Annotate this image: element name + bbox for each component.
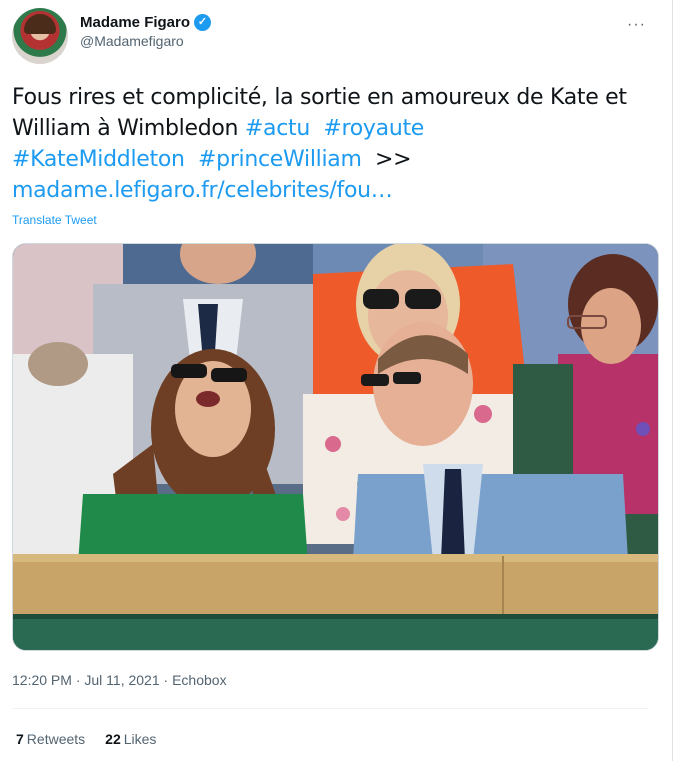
tweet-photo[interactable]	[12, 243, 659, 651]
likes-label: Likes	[123, 731, 157, 747]
divider	[12, 708, 648, 709]
retweets-count: 7	[16, 731, 24, 747]
tweet-header: Madame Figaro ✓ @Madamefigaro ···	[12, 8, 660, 64]
retweets-label: Retweets	[26, 731, 86, 747]
tweet-text: Fous rires et complicité, la sortie en a…	[12, 82, 652, 206]
tweet-meta: 12:20 PM · Jul 11, 2021 · Echobox	[12, 672, 227, 688]
meta-separator: ·	[163, 672, 169, 688]
hashtag-princewilliam[interactable]: #princeWilliam	[198, 147, 362, 172]
hashtag-royaute[interactable]: #royaute	[323, 116, 424, 141]
meta-separator: ·	[75, 672, 81, 688]
tweet-time[interactable]: 12:20 PM	[12, 672, 72, 688]
hashtag-actu[interactable]: #actu	[245, 116, 310, 141]
wimbledon-crowd-photo	[13, 244, 658, 650]
tweet-stats: 7 Retweets 22 Likes	[16, 731, 156, 747]
hashtag-katemiddleton[interactable]: #KateMiddleton	[12, 147, 185, 172]
handle[interactable]: @Madamefigaro	[80, 33, 211, 49]
arrows-text: >>	[368, 147, 412, 172]
tweet-source[interactable]: Echobox	[172, 672, 226, 688]
likes-count: 22	[105, 731, 121, 747]
retweets-stat[interactable]: 7 Retweets	[16, 731, 85, 747]
avatar[interactable]	[12, 8, 68, 64]
tweet-date[interactable]: Jul 11, 2021	[84, 672, 159, 688]
tweet-card: Madame Figaro ✓ @Madamefigaro ··· Fous r…	[0, 0, 673, 761]
article-link[interactable]: madame.lefigaro.fr/celebrites/fou…	[12, 178, 393, 203]
verified-badge-icon: ✓	[194, 14, 212, 31]
translate-tweet-link[interactable]: Translate Tweet	[12, 213, 97, 227]
author-block: Madame Figaro ✓ @Madamefigaro	[80, 14, 212, 49]
tweet-body-text: Fous rires et complicité, la sortie en a…	[12, 85, 627, 141]
likes-stat[interactable]: 22 Likes	[105, 731, 156, 747]
display-name[interactable]: Madame Figaro	[80, 14, 190, 31]
more-options-icon[interactable]: ···	[627, 16, 646, 34]
